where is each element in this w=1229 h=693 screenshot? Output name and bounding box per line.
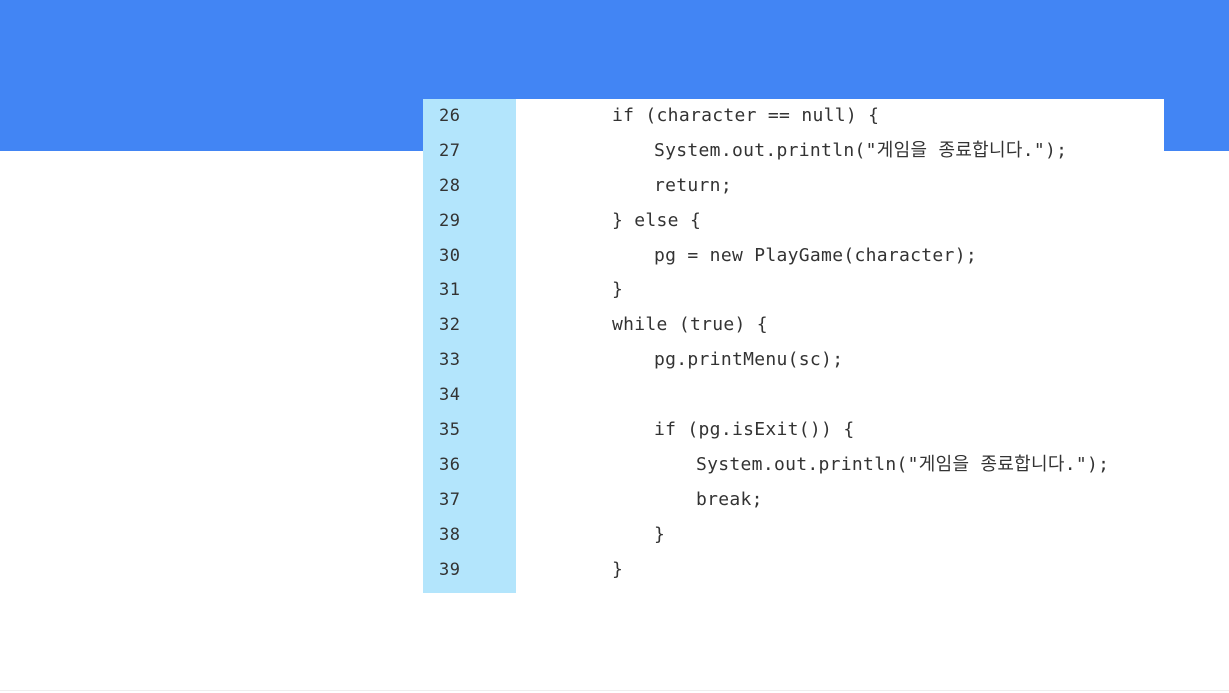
line-code: break; [696, 488, 763, 510]
line-number: 39 [439, 559, 461, 580]
line-number: 38 [439, 524, 461, 545]
code-line: 29 } else { [423, 204, 1223, 239]
line-code: } else { [612, 209, 702, 231]
line-number: 27 [439, 140, 461, 161]
line-code: pg = new PlayGame(character); [654, 244, 977, 266]
line-number: 33 [439, 350, 461, 371]
line-code: if (character == null) { [612, 105, 880, 126]
line-code: System.out.println("게임을 종료합니다."); [654, 139, 1068, 161]
line-code: System.out.println("게임을 종료합니다."); [696, 453, 1110, 475]
line-code: } [612, 558, 624, 580]
bottom-divider [0, 690, 1229, 691]
line-number: 32 [439, 315, 461, 336]
line-number: 34 [439, 385, 461, 406]
code-block: 26 if (character == null) { 27 System.ou… [423, 99, 1223, 587]
code-line: 31 } [423, 273, 1223, 308]
line-number: 30 [439, 245, 461, 266]
line-code: } [612, 279, 624, 301]
code-line: 28 return; [423, 169, 1223, 204]
line-number: 26 [439, 106, 461, 126]
line-number: 36 [439, 454, 461, 475]
line-code: } [654, 523, 666, 545]
code-line: 27 System.out.println("게임을 종료합니다."); [423, 134, 1223, 169]
code-line: 32 while (true) { [423, 308, 1223, 343]
line-number: 29 [439, 210, 461, 231]
line-number: 28 [439, 175, 461, 196]
line-code: pg.printMenu(sc); [654, 349, 844, 371]
line-number: 31 [439, 280, 461, 301]
code-line: 33 pg.printMenu(sc); [423, 343, 1223, 378]
code-line: 26 if (character == null) { [423, 99, 1223, 134]
line-code: if (pg.isExit()) { [654, 419, 855, 441]
code-line: 38 } [423, 518, 1223, 553]
line-number: 35 [439, 420, 461, 441]
code-line: 34 [423, 378, 1223, 413]
line-code: return; [654, 174, 732, 196]
code-line: 35 if (pg.isExit()) { [423, 413, 1223, 448]
code-line: 39 } [423, 553, 1223, 588]
line-number: 37 [439, 489, 461, 510]
code-line: 30 pg = new PlayGame(character); [423, 239, 1223, 274]
code-line: 37 break; [423, 483, 1223, 518]
line-code: while (true) { [612, 314, 768, 336]
code-line: 36 System.out.println("게임을 종료합니다."); [423, 448, 1223, 483]
